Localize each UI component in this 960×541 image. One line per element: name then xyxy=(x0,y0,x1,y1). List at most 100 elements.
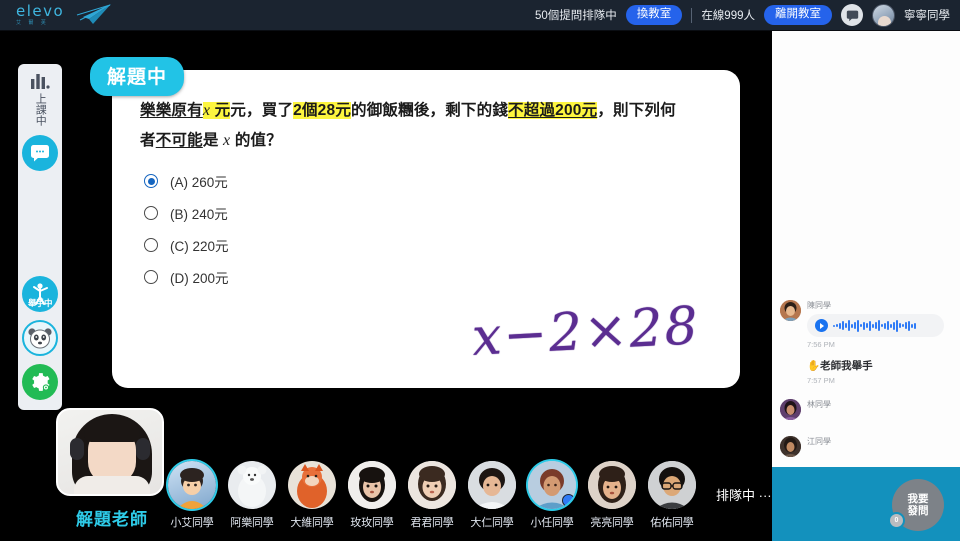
voice-message-bubble[interactable] xyxy=(807,314,944,337)
avatar-illustration xyxy=(588,461,636,509)
student-avatar xyxy=(588,461,636,509)
avatar-illustration xyxy=(780,399,801,420)
student-avatar xyxy=(348,461,396,509)
chat-text-content: ✋老師我舉手 xyxy=(807,360,873,372)
option-c[interactable]: (C) 220元 xyxy=(144,229,229,261)
queue-label: 排隊中 ··· xyxy=(716,487,772,503)
option-a[interactable]: (A) 260元 xyxy=(144,165,229,197)
whiteboard[interactable]: 樂樂原有 x 元元，買了2個28元的御飯糰後，剩下的錢不超過200元，則下列何 者… xyxy=(112,70,740,388)
student-avatar xyxy=(168,461,216,509)
brand-logo[interactable]: elevo 艾 爾 芙 xyxy=(16,3,113,28)
question-var-2: x xyxy=(223,132,231,149)
rail-settings-button[interactable] xyxy=(22,364,58,400)
header-right-group: 50個提問排隊中 換教室 在線999人 離開教室 寧寧同學 xyxy=(535,3,950,27)
radio-d-icon[interactable] xyxy=(144,270,158,284)
chat-timestamp: 7:57 PM xyxy=(807,376,835,385)
avatar-illustration xyxy=(348,461,396,509)
rail-chat-button[interactable] xyxy=(22,135,58,171)
left-tool-rail: 上課中 舉手中 xyxy=(18,64,62,410)
chat-message-name-only-2[interactable]: 江同學 xyxy=(780,436,952,457)
avatar-illustration xyxy=(780,300,801,321)
radio-c-icon[interactable] xyxy=(144,238,158,252)
student-tile-7[interactable]: 亮亮同學 xyxy=(588,461,636,530)
student-avatar xyxy=(528,461,576,509)
ask-question-button[interactable]: 我要 發問 0 xyxy=(888,479,944,531)
student-tile-1[interactable]: 阿樂同學 xyxy=(228,461,276,530)
student-avatar xyxy=(648,461,696,509)
teacher-video-tile[interactable] xyxy=(56,408,164,496)
app-root: elevo 艾 爾 芙 50個提問排隊中 換教室 在線999人 離開教室 寧寧同… xyxy=(0,0,960,541)
student-name: 大維同學 xyxy=(290,517,334,529)
chat-avatar xyxy=(780,300,801,321)
avatar-illustration xyxy=(297,464,327,508)
rail-mascot-button[interactable] xyxy=(22,320,58,356)
question-seg-5: ，則下列何 xyxy=(597,102,676,119)
avatar-illustration xyxy=(468,461,516,509)
chat-timestamp: 7:56 PM xyxy=(807,340,835,349)
question-seg-6: 者 xyxy=(140,132,156,149)
mascot-icon xyxy=(28,328,52,349)
radio-b-icon[interactable] xyxy=(144,206,158,220)
chat-message-body: 林同學 xyxy=(807,399,952,420)
class-status-group: 上課中 xyxy=(30,73,50,126)
student-tile-5[interactable]: 大仁同學 xyxy=(468,461,516,530)
question-seg-1: 樂樂 xyxy=(140,102,172,119)
student-name: 阿樂同學 xyxy=(230,517,274,529)
handwriting-annotation: x−2×28 xyxy=(470,296,702,368)
chat-message-body: 江同學 xyxy=(807,436,952,457)
message-icon[interactable] xyxy=(841,4,863,26)
chat-sender-name: 江同學 xyxy=(807,437,831,446)
option-d-label: (D) 200元 xyxy=(170,271,229,286)
leave-room-button[interactable]: 離開教室 xyxy=(764,4,832,26)
ask-button-line1: 我要 xyxy=(907,493,929,505)
class-status-label: 上課中 xyxy=(34,93,47,126)
student-tile-8[interactable]: 佑佑同學 xyxy=(648,461,696,530)
student-name: 君君同學 xyxy=(410,517,454,529)
avatar-illustration xyxy=(408,461,456,509)
radio-a-icon[interactable] xyxy=(144,174,158,188)
avatar-illustration xyxy=(648,461,696,509)
option-d[interactable]: (D) 200元 xyxy=(144,261,229,293)
option-b[interactable]: (B) 240元 xyxy=(144,197,229,229)
student-tile-3[interactable]: 玫玫同學 xyxy=(348,461,396,530)
student-name: 大仁同學 xyxy=(470,517,514,529)
status-badge-solving: 解題中 xyxy=(90,57,185,96)
teacher-body xyxy=(74,476,150,494)
waveform-icon xyxy=(833,319,936,332)
avatar-illustration xyxy=(177,468,207,509)
student-name: 佑佑同學 xyxy=(650,517,694,529)
ask-count-badge: 0 xyxy=(888,512,905,529)
student-name: 亮亮同學 xyxy=(590,517,634,529)
student-strip: 小艾同學 阿樂同學 大維同學 玫玫同學 君君同學 大仁同學 小任同學 亮亮同學 … xyxy=(168,461,772,541)
student-tile-2[interactable]: 大維同學 xyxy=(288,461,336,530)
mic-active-icon xyxy=(562,494,575,507)
user-name-label: 寧寧同學 xyxy=(904,10,950,22)
chat-message-list: 陳同學 7:56 PM ✋老師我舉手 7:57 PM 林同學 江同學 xyxy=(772,300,960,467)
settings-gear-icon xyxy=(32,373,50,391)
chat-message-text[interactable]: ✋老師我舉手 7:57 PM xyxy=(807,358,952,385)
user-avatar[interactable] xyxy=(872,3,895,27)
logo-wordmark: elevo xyxy=(16,2,65,20)
question-highlight-1: 2個28元 xyxy=(293,102,352,119)
rail-raise-hand-button[interactable]: 舉手中 xyxy=(22,276,58,312)
header-divider xyxy=(691,7,693,23)
question-seg-4: 的御飯糰後，剩下的錢 xyxy=(351,102,509,119)
option-c-label: (C) 220元 xyxy=(170,239,229,254)
student-tile-6[interactable]: 小任同學 xyxy=(528,461,576,530)
chat-message-voice[interactable]: 陳同學 7:56 PM xyxy=(780,300,952,349)
switch-room-button[interactable]: 換教室 xyxy=(625,4,683,26)
question-seg-8: 的值？ xyxy=(234,132,282,149)
teacher-headphone-right xyxy=(136,438,150,460)
student-tile-4[interactable]: 君君同學 xyxy=(408,461,456,530)
question-highlight-2: 不超過200元 xyxy=(508,102,598,119)
student-name: 小艾同學 xyxy=(170,517,214,529)
student-name: 小任同學 xyxy=(530,517,574,529)
question-underline-1: 不可能 xyxy=(155,132,203,149)
play-icon[interactable] xyxy=(815,319,828,332)
student-avatar xyxy=(468,461,516,509)
student-tile-0[interactable]: 小艾同學 xyxy=(168,461,216,530)
chat-message-name-only-1[interactable]: 林同學 xyxy=(780,399,952,420)
chat-panel[interactable]: 陳同學 7:56 PM ✋老師我舉手 7:57 PM 林同學 江同學 xyxy=(772,31,960,467)
chat-sender-name: 林同學 xyxy=(807,400,831,409)
question-text: 樂樂原有 x 元元，買了2個28元的御飯糰後，剩下的錢不超過200元，則下列何 者… xyxy=(140,96,718,156)
